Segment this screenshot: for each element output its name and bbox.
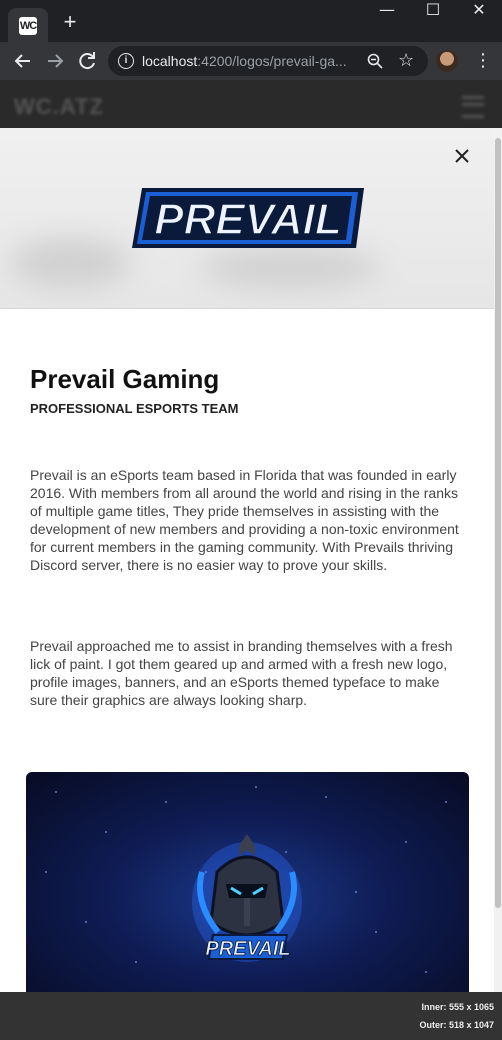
modal-scrollbar[interactable] [494,128,502,992]
window-size-overlay: Inner: 555 x 1065 Outer: 518 x 1047 [0,992,502,1040]
url-path: :4200/logos/prevail-ga... [197,53,347,69]
hero-blur-shape [200,248,380,288]
maximize-button[interactable]: ☐ [410,0,456,30]
outer-size-label: Outer: 518 x 1047 [419,1020,494,1030]
project-title: Prevail Gaming [30,364,220,394]
url-host: localhost [142,53,198,69]
inner-size-label: Inner: 555 x 1065 [421,1002,494,1012]
browser-tab[interactable]: WC [8,8,48,42]
project-modal: PREVAIL Prevail Gaming PROFESSIONAL ESPO… [0,128,494,992]
site-header: WC.ATZ [0,80,502,128]
forward-arrow-icon[interactable] [42,48,68,74]
description-paragraph: Prevail is an eSports team based in Flor… [30,467,459,573]
browser-toolbar: i localhost:4200/logos/prevail-ga... ☆ ⋮ [0,42,502,80]
browser-menu-icon[interactable]: ⋮ [474,48,492,74]
site-favicon-icon: WC [19,17,37,35]
page-viewport: WC.ATZ PREVAIL Prevail Gaming PROFESSION… [0,80,502,992]
scrollbar-thumb[interactable] [495,138,501,908]
bookmark-star-icon[interactable]: ☆ [398,50,414,71]
hero-blur-shape [10,238,130,288]
description-paragraph: Prevail approached me to assist in brand… [30,638,453,708]
tab-strip: WC + — ☐ ✕ [0,0,502,42]
project-subtitle: PROFESSIONAL ESPORTS TEAM [30,401,239,416]
url-text[interactable]: localhost:4200/logos/prevail-ga... [142,53,352,69]
profile-avatar[interactable] [436,50,458,72]
reload-icon[interactable] [74,48,100,74]
hamburger-menu-icon[interactable] [462,96,484,118]
modal-hero: PREVAIL [0,128,494,309]
minimize-button[interactable]: — [364,0,410,30]
zoom-icon[interactable] [366,52,384,70]
back-arrow-icon[interactable] [10,48,36,74]
site-logo[interactable]: WC.ATZ [14,94,104,120]
new-tab-button[interactable]: + [58,10,82,34]
site-info-icon[interactable]: i [118,53,134,69]
prevail-logo: PREVAIL [132,188,364,248]
window-close-button[interactable]: ✕ [456,0,502,30]
hero-logo-text: PREVAIL [154,195,341,244]
spartan-mascot-logo: PREVAIL [45,786,447,973]
gallery-logo-text: PREVAIL [205,938,290,960]
gallery-image[interactable]: PREVAIL [26,772,469,992]
address-bar[interactable]: i localhost:4200/logos/prevail-ga... ☆ [108,46,428,76]
close-icon[interactable] [450,144,474,168]
